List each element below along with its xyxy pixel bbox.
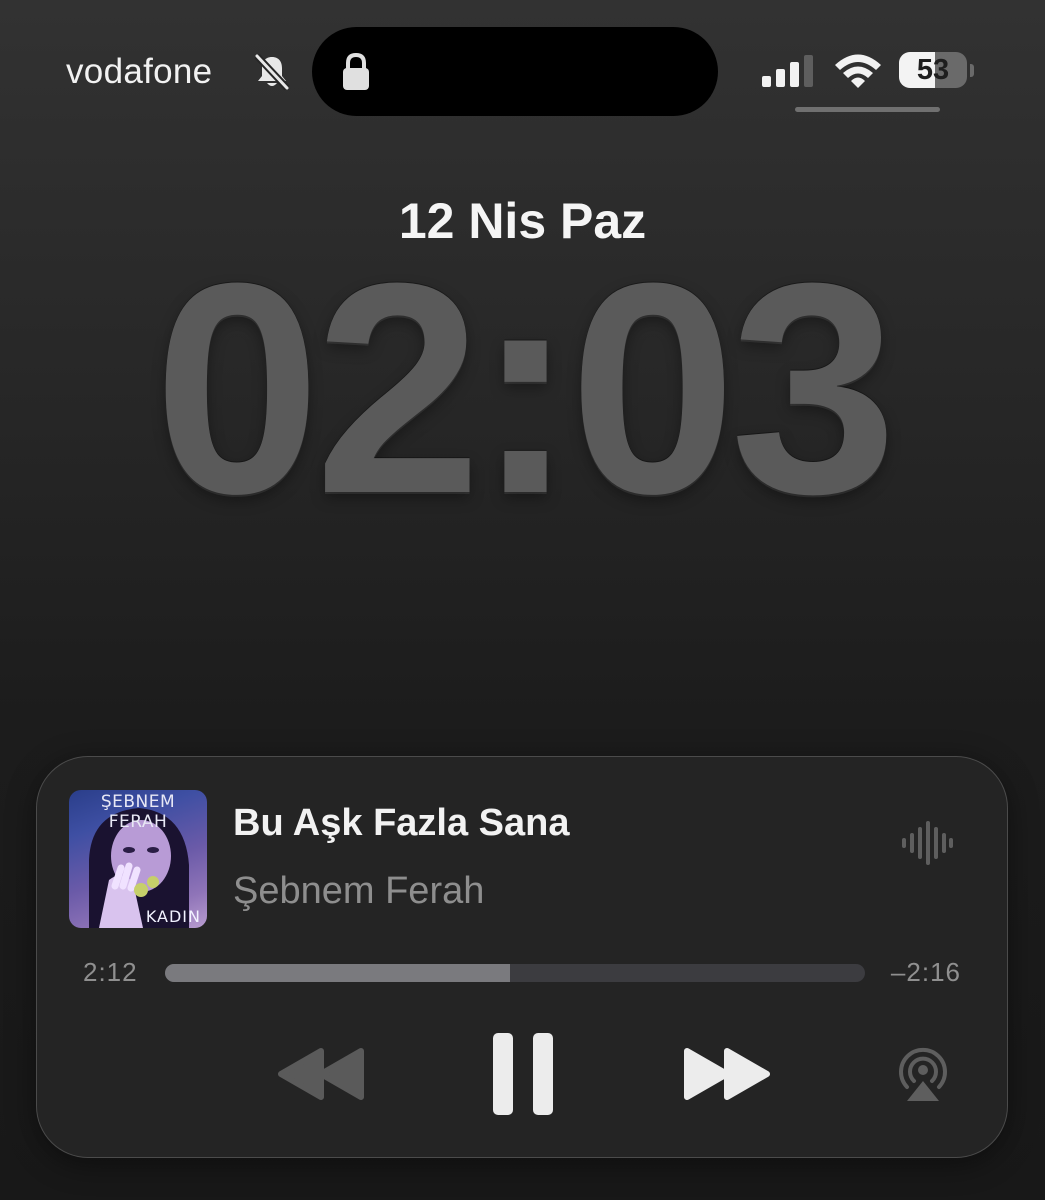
wifi-icon	[835, 54, 881, 88]
carrier-name: vodafone	[66, 52, 213, 91]
rewind-button[interactable]	[277, 1047, 367, 1101]
cellular-signal-icon	[762, 55, 813, 87]
battery-percent: 53	[916, 54, 950, 86]
battery-indicator: 53	[899, 52, 974, 90]
album-art-title: KADIN	[145, 907, 201, 926]
lock-screen-clock: 02:03	[153, 220, 897, 556]
lock-icon	[343, 52, 369, 90]
song-artist: Şebnem Ferah	[233, 870, 485, 912]
status-indicator-line	[795, 107, 940, 112]
bell-slash-icon	[254, 53, 290, 91]
battery-body: 53	[899, 52, 967, 88]
fast-forward-button[interactable]	[681, 1047, 771, 1101]
elapsed-time: 2:12	[83, 957, 138, 987]
song-title: Bu Aşk Fazla Sana	[233, 802, 570, 844]
remaining-time: –2:16	[890, 957, 961, 987]
progress-fill	[165, 964, 511, 982]
album-art[interactable]: ŞEBNEM FERAH KADIN	[69, 790, 207, 928]
progress-scrubber[interactable]	[165, 964, 865, 982]
waveform-icon	[902, 821, 953, 865]
dynamic-island	[312, 27, 718, 116]
battery-nub	[970, 64, 974, 77]
pause-button[interactable]	[491, 1031, 555, 1117]
status-bar: vodafone 53	[0, 0, 1045, 140]
airplay-audio-icon[interactable]	[895, 1047, 951, 1103]
now-playing-widget[interactable]: ŞEBNEM FERAH KADIN Bu Aşk Fazla Sana Şeb…	[36, 756, 1008, 1158]
album-art-artist: ŞEBNEM FERAH	[100, 792, 176, 832]
